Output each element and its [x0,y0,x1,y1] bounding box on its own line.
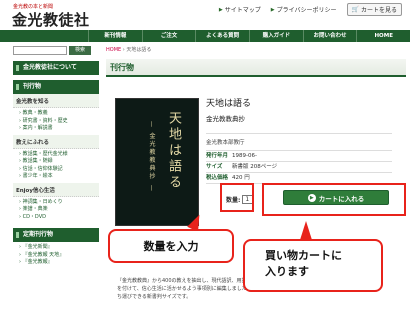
cart-callout-line: 買い物カートに [265,249,342,262]
breadcrumb-home[interactable]: HOME [106,47,121,53]
callout-pointer [300,221,312,240]
sidebar-item[interactable]: 『金光新聞』 [19,244,99,252]
view-cart-button[interactable]: 🛒 カートを見る [346,3,402,16]
product-subtitle: 金光教教典抄 [206,115,245,123]
quantity-callout: 数量を入力 [108,229,234,263]
main-nav: 新刊情報 ご注文 よくある質問 購入ガイド お問い合わせ HOME [0,30,410,42]
sidebar-publications[interactable]: 刊行物 [13,80,99,94]
cart-button-highlight [262,183,406,216]
product-author: 金光教本部教庁 [206,133,392,146]
cart-callout-line: 入ります [265,265,309,278]
product-description: 『金光教教典』から400の教えを抽出し、現代語訳、用語解説を付けて、信心生活に活… [117,278,257,300]
nav-new-releases[interactable]: 新刊情報 [88,30,142,42]
sidebar-section-title[interactable]: Enjoy信心生活 [13,182,99,197]
top-links: ▶ サイトマップ ▶ プライバシーポリシー 🛒 カートを見る [219,3,402,16]
sidebar-periodicals[interactable]: 定期刊行物 [13,228,99,242]
sidebar-item[interactable]: 案内・解説書 [19,125,99,133]
sidebar-item[interactable]: 信話・信仰体験記 [19,166,99,174]
sitemap-label: サイトマップ [224,7,261,14]
sidebar-list: 教話集・歴代金光様 教話集・随録 信話・信仰体験記 書少年・絵本 [13,149,99,183]
search-button[interactable]: 検索 [69,46,91,55]
sidebar-list: 『金光新聞』 『金光教報 天地』 『金光教報』 [13,242,99,269]
product-info: 天地は語る 金光教教典抄 金光教本部教庁 発行年月 1989-06- サイズ 新… [206,96,392,184]
main-content: HOME › 天地は語る 刊行物 天地は語る — 金光教教典抄 — 天地は語る … [106,46,406,226]
sidebar-about[interactable]: 金光教徒社について [13,61,99,75]
sidebar: 検索 金光教徒社について 刊行物 金光教を知る 教典・教義 研究書・資料・歴史 … [13,46,99,269]
spec-row: サイズ 新書版 208ページ [206,162,392,173]
header: 金光教の本と新聞 金光教徒社 ▶ サイトマップ ▶ プライバシーポリシー 🛒 カートを… [0,0,410,30]
nav-guide[interactable]: 購入ガイド [249,30,303,42]
arrow-icon: ▶ [270,6,275,13]
breadcrumb: HOME › 天地は語る [106,46,406,53]
book-cover-title: 天地は語る [166,111,181,191]
book-cover-image: 天地は語る — 金光教教典抄 — [115,98,199,226]
spec-key: 税込価格 [206,175,229,181]
sidebar-item[interactable]: CD・DVD [19,214,99,222]
sidebar-item[interactable]: 神詞集・日めくり [19,199,99,207]
sitemap-link[interactable]: ▶ サイトマップ [218,5,261,15]
quantity-highlight [220,183,254,212]
sidebar-item[interactable]: 『金光教報』 [19,259,99,267]
search-row: 検索 [13,46,99,55]
sidebar-item[interactable]: 教話集・歴代金光様 [19,151,99,159]
nav-home[interactable]: HOME [356,30,410,42]
page-title: 刊行物 [106,59,406,77]
product-title: 天地は語る [206,99,252,109]
privacy-link[interactable]: ▶ プライバシーポリシー [270,5,337,15]
nav-contact[interactable]: お問い合わせ [302,30,357,42]
brand-logo[interactable]: 金光教徒社 [12,9,90,30]
sidebar-item[interactable]: 研究書・資料・歴史 [19,118,99,126]
sidebar-item[interactable]: 楽譜・典楽 [19,206,99,214]
spec-key: 発行年月 [206,153,229,159]
spec-key: サイズ [206,164,223,170]
view-cart-label: カートを見る [360,7,397,14]
sidebar-list: 教典・教義 研究書・資料・歴史 案内・解説書 [13,108,99,135]
product-specs: 発行年月 1989-06- サイズ 新書版 208ページ 税込価格 420 円 [206,150,392,184]
sidebar-list: 神詞集・日めくり 楽譜・典楽 CD・DVD [13,197,99,224]
spec-value: 1989-06- [232,153,257,159]
nav-faq[interactable]: よくある質問 [195,30,249,42]
sidebar-section-title[interactable]: 教えにふれる [13,134,99,149]
sidebar-item[interactable]: 教典・教義 [19,110,99,118]
sidebar-item[interactable]: 『金光教報 天地』 [19,252,99,260]
book-cover-subtitle: — 金光教教典抄 — [148,121,155,193]
privacy-label: プライバシーポリシー [276,7,337,14]
cart-icon: 🛒 [351,6,359,13]
arrow-icon: ▶ [218,6,223,13]
spec-row: 発行年月 1989-06- [206,151,392,162]
spec-value: 新書版 208ページ [232,164,278,170]
spec-value: 420 円 [232,175,250,181]
search-input[interactable] [13,46,67,55]
sidebar-item[interactable]: 教話集・随録 [19,158,99,166]
cart-callout: 買い物カートに 入ります [243,239,383,292]
breadcrumb-current: 天地は語る [126,47,152,53]
sidebar-item[interactable]: 書少年・絵本 [19,173,99,181]
nav-order[interactable]: ご注文 [141,30,196,42]
sidebar-section-title[interactable]: 金光教を知る [13,94,99,108]
